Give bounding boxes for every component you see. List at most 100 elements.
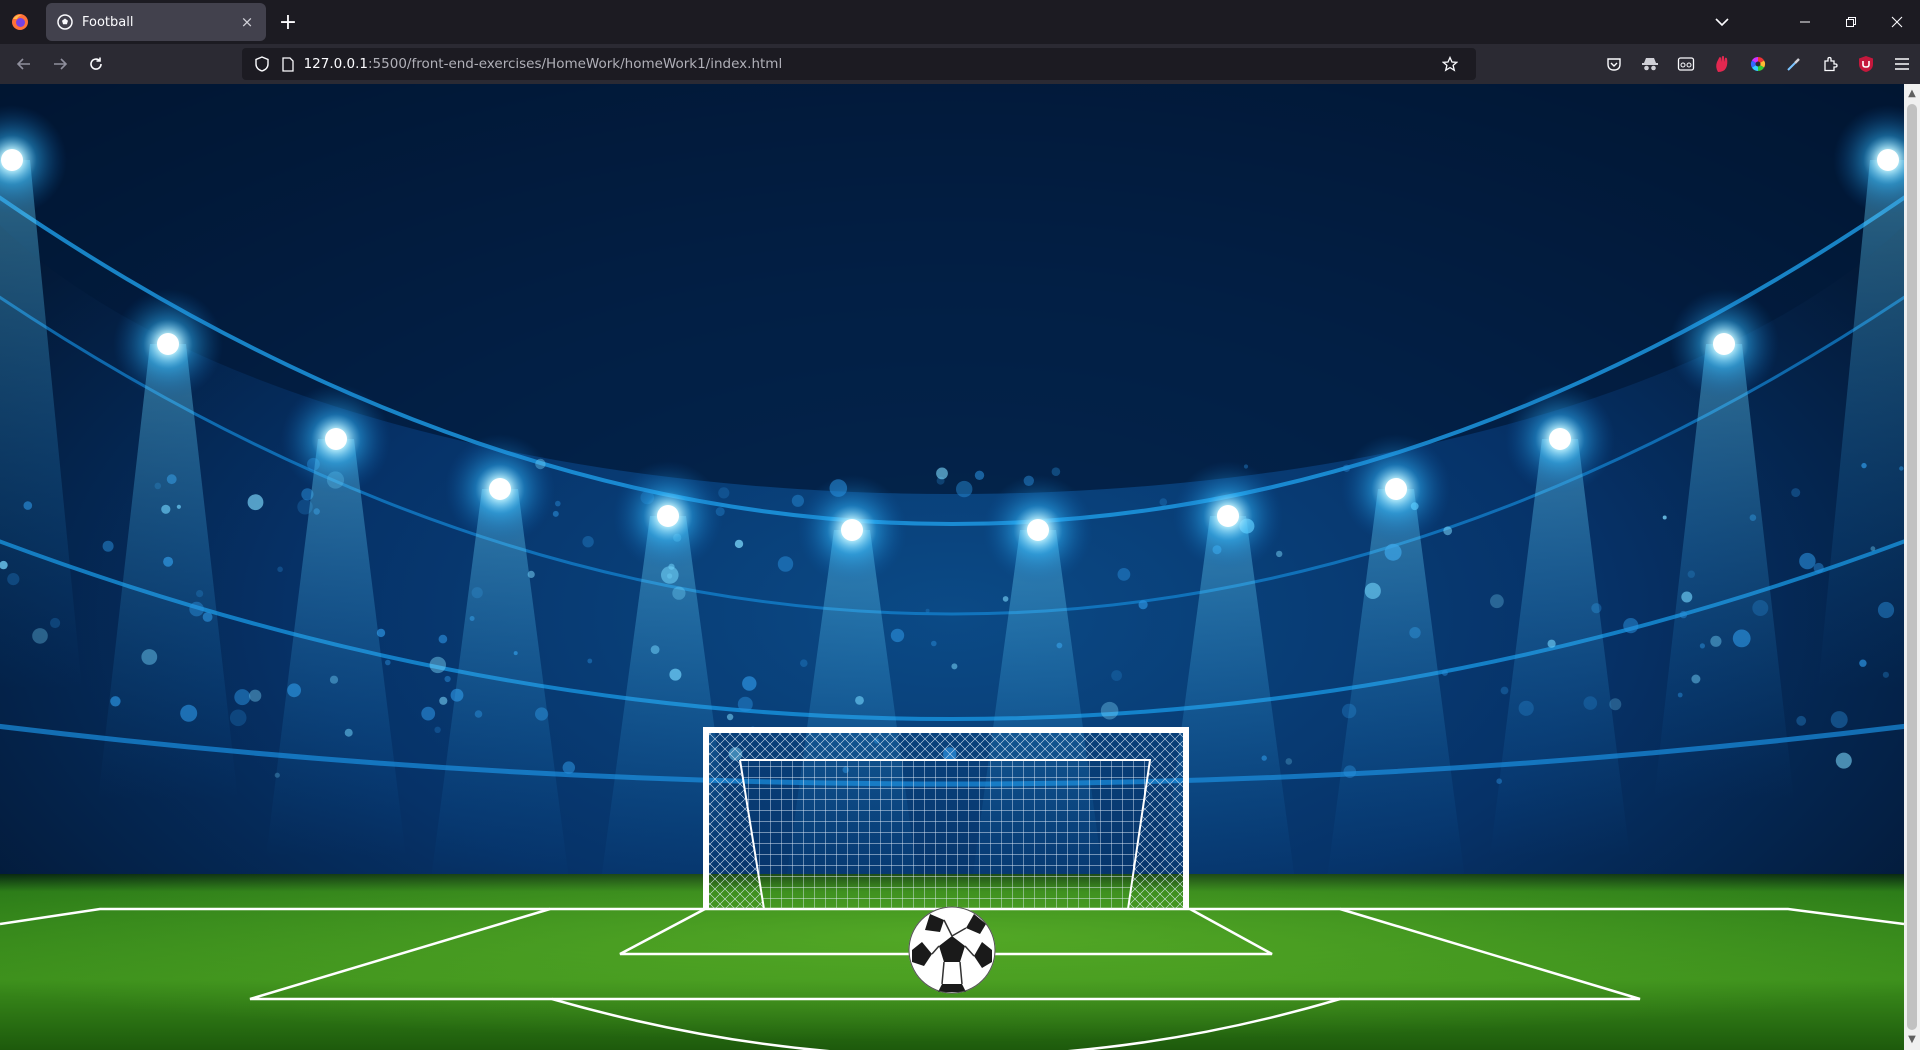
- bokeh-dot: [1159, 498, 1168, 506]
- bokeh-dot: [800, 659, 808, 667]
- firefox-logo-icon[interactable]: [0, 0, 40, 44]
- soccer-ball-icon: [56, 13, 74, 31]
- reader-icon[interactable]: [1668, 48, 1704, 80]
- floodlight: [657, 505, 679, 527]
- bokeh-dot: [1285, 758, 1293, 765]
- bokeh-dot: [439, 696, 448, 705]
- bokeh-dot: [102, 540, 114, 552]
- scroll-down-icon[interactable]: ▼: [1904, 1032, 1920, 1048]
- back-arrow-icon[interactable]: [8, 48, 40, 80]
- tab-title: Football: [82, 14, 134, 30]
- tab-strip: Football × +: [0, 0, 1920, 44]
- scrollbar-thumb[interactable]: [1907, 104, 1917, 1030]
- floodlight: [489, 478, 511, 500]
- url-host: 127.0.0.1: [303, 56, 368, 72]
- bokeh-dot: [1813, 562, 1824, 574]
- bokeh-dot: [434, 726, 441, 733]
- bokeh-dot: [974, 470, 985, 480]
- scroll-up-icon[interactable]: ▲: [1904, 86, 1920, 102]
- bokeh-dot: [742, 676, 757, 691]
- toolbar-icons: [1596, 48, 1920, 80]
- bokeh-dot: [1662, 515, 1667, 520]
- restore-icon[interactable]: [1828, 0, 1874, 44]
- bokeh-dot: [1138, 600, 1148, 610]
- bokeh-dot: [582, 536, 594, 548]
- bokeh-dot: [249, 689, 262, 702]
- bokeh-dot: [552, 510, 559, 517]
- floodlight: [1, 149, 23, 171]
- bokeh-dot: [438, 634, 448, 644]
- tab-football[interactable]: Football ×: [46, 3, 266, 41]
- forward-arrow-icon[interactable]: [44, 48, 76, 80]
- hamburger-menu-icon[interactable]: [1884, 48, 1920, 80]
- bokeh-dot: [726, 713, 734, 721]
- bokeh-dot: [1117, 568, 1131, 581]
- floodlight: [157, 333, 179, 355]
- bokeh-dot: [1002, 596, 1009, 602]
- bokeh-dot: [1791, 488, 1801, 498]
- floodlight: [1549, 428, 1571, 450]
- bokeh-dot: [1796, 715, 1807, 726]
- list-all-tabs-icon[interactable]: [1702, 4, 1742, 40]
- goal-net: [703, 727, 1189, 910]
- bokeh-dot: [791, 494, 805, 507]
- bokeh-dot: [562, 761, 575, 774]
- color-wheel-icon[interactable]: [1740, 48, 1776, 80]
- vertical-scrollbar[interactable]: ▲ ▼: [1904, 84, 1920, 1050]
- floodlight: [325, 428, 347, 450]
- bokeh-dot: [1490, 594, 1504, 609]
- bokeh-dot: [385, 659, 391, 666]
- eyedropper-icon[interactable]: [1776, 48, 1812, 80]
- bokeh-dot: [931, 640, 937, 647]
- page-viewport: [0, 84, 1904, 1050]
- bokeh-dot: [429, 656, 446, 674]
- bokeh-dot: [229, 709, 247, 727]
- bokeh-dot: [1500, 686, 1509, 695]
- bokeh-dot: [444, 675, 451, 683]
- stadium-background: [0, 84, 1904, 1050]
- bokeh-dot: [956, 480, 973, 498]
- pocket-icon[interactable]: [1596, 48, 1632, 80]
- bokeh-dot: [936, 467, 948, 480]
- bokeh-dot: [555, 500, 561, 507]
- floodlight: [1027, 519, 1049, 541]
- bokeh-dot: [587, 658, 593, 664]
- bokeh-dot: [925, 608, 930, 613]
- bokeh-dot: [734, 539, 744, 549]
- ublock-icon[interactable]: [1848, 48, 1884, 80]
- bokeh-dot: [777, 556, 794, 572]
- floodlight: [1385, 478, 1407, 500]
- floodlight: [1217, 505, 1239, 527]
- bokeh-dot: [890, 628, 905, 643]
- address-bar[interactable]: 127.0.0.1:5500/front-end-exercises/HomeW…: [241, 48, 1477, 80]
- floodlight: [841, 519, 863, 541]
- extension-red-icon[interactable]: [1704, 48, 1740, 80]
- close-window-icon[interactable]: [1874, 0, 1920, 44]
- bokeh-dot: [1835, 752, 1852, 769]
- shield-icon[interactable]: [252, 54, 272, 74]
- star-icon[interactable]: [1440, 54, 1460, 74]
- close-tab-icon[interactable]: ×: [238, 13, 256, 31]
- bokeh-dot: [1441, 669, 1448, 676]
- minimize-icon[interactable]: [1782, 0, 1828, 44]
- bokeh-dot: [1623, 618, 1639, 634]
- floodlight: [1713, 333, 1735, 355]
- bokeh-dot: [421, 706, 436, 721]
- page-icon[interactable]: [278, 54, 298, 74]
- bokeh-dot: [1443, 526, 1453, 536]
- bokeh-dot: [1051, 467, 1061, 477]
- reload-icon[interactable]: [80, 48, 112, 80]
- incognito-icon[interactable]: [1632, 48, 1668, 80]
- bokeh-dot: [277, 566, 283, 573]
- navigation-toolbar: 127.0.0.1:5500/front-end-exercises/HomeW…: [0, 44, 1920, 84]
- bokeh-dot: [718, 487, 730, 499]
- bokeh-dot: [951, 663, 958, 670]
- extensions-icon[interactable]: [1812, 48, 1848, 80]
- floodlight: [1877, 149, 1899, 171]
- bokeh-dot: [247, 494, 264, 511]
- url-text[interactable]: 127.0.0.1:5500/front-end-exercises/HomeW…: [304, 56, 1440, 72]
- new-tab-button[interactable]: +: [270, 4, 306, 40]
- bokeh-dot: [1111, 670, 1122, 681]
- soccer-ball: [908, 906, 996, 994]
- url-path: :5500/front-end-exercises/HomeWork/homeW…: [368, 56, 783, 72]
